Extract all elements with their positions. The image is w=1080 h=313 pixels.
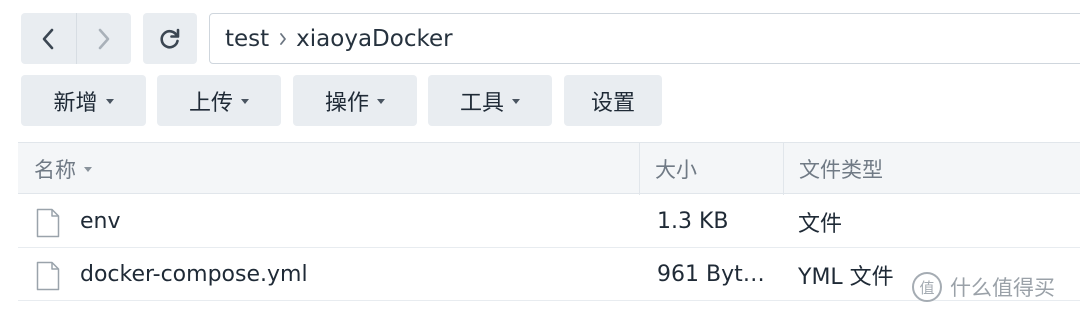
settings-button[interactable]: 设置: [564, 75, 662, 126]
create-button-label: 新增: [53, 90, 98, 116]
upload-button-label: 上传: [188, 90, 233, 116]
table-row[interactable]: env 1.3 KB 文件: [18, 195, 1080, 248]
action-button-label: 操作: [324, 90, 369, 116]
file-name: docker-compose.yml: [80, 262, 308, 287]
file-type: 文件: [798, 211, 843, 237]
history-nav-group: [21, 13, 131, 64]
file-table-header: 名称 大小 文件类型: [18, 142, 1080, 195]
chevron-left-icon: [42, 28, 54, 49]
upload-button[interactable]: 上传: [157, 75, 281, 126]
action-button[interactable]: 操作: [293, 75, 417, 126]
tools-button-label: 工具: [459, 90, 504, 116]
watermark-text: 什么值得买: [950, 276, 1055, 300]
caret-down-icon: [512, 99, 520, 104]
back-button[interactable]: [21, 13, 76, 64]
file-size: 1.3 KB: [657, 209, 729, 234]
column-header-size-label: 大小: [655, 158, 697, 182]
breadcrumb-segment-test[interactable]: test: [225, 26, 269, 52]
column-header-name-label: 名称: [34, 158, 76, 182]
column-header-size[interactable]: 大小: [655, 143, 697, 195]
tools-button[interactable]: 工具: [428, 75, 552, 126]
breadcrumb-separator-icon: [279, 32, 287, 46]
column-divider[interactable]: [639, 143, 640, 195]
path-bar[interactable]: test xiaoyaDocker: [209, 13, 1080, 64]
file-name: env: [80, 209, 121, 234]
column-header-name[interactable]: 名称: [34, 143, 92, 195]
watermark-badge: 值: [912, 272, 942, 302]
breadcrumb-segment-current[interactable]: xiaoyaDocker: [296, 26, 452, 52]
file-size: 961 Byt…: [657, 262, 765, 287]
caret-down-icon: [105, 99, 114, 104]
column-header-type-label: 文件类型: [799, 158, 883, 182]
caret-down-icon: [241, 99, 249, 104]
create-button[interactable]: 新增: [21, 75, 146, 126]
settings-button-label: 设置: [590, 90, 635, 116]
column-divider[interactable]: [783, 143, 784, 195]
forward-button[interactable]: [75, 13, 132, 64]
caret-down-icon: [377, 99, 385, 104]
refresh-icon: [160, 28, 180, 49]
column-header-type[interactable]: 文件类型: [799, 143, 883, 195]
watermark: 值 什么值得买: [912, 270, 1055, 304]
chevron-right-icon: [98, 28, 110, 49]
file-icon: [36, 261, 60, 291]
file-icon: [36, 208, 60, 238]
file-type: YML 文件: [798, 264, 894, 290]
refresh-button[interactable]: [143, 13, 197, 64]
sort-caret-icon: [84, 167, 92, 172]
